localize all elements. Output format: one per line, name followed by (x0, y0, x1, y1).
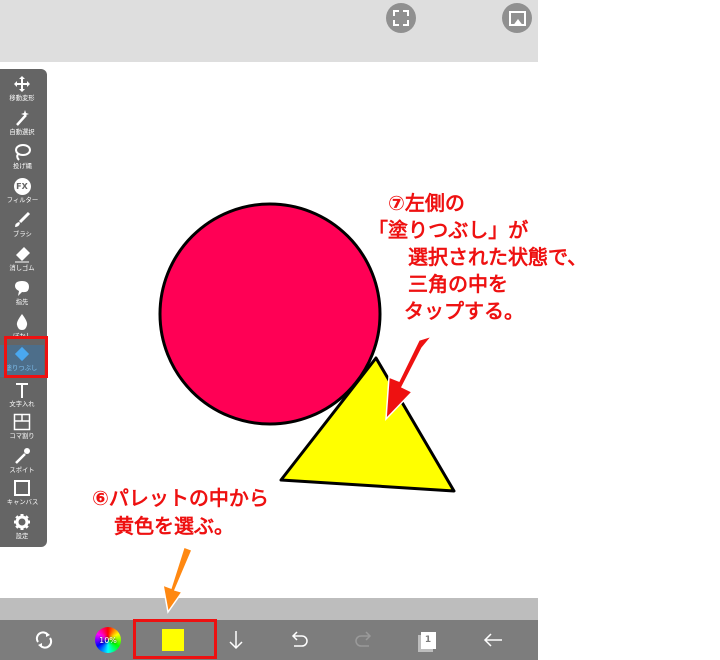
red-circle[interactable] (158, 202, 382, 426)
tool-label: 文字入れ (9, 400, 35, 408)
tool-label: コマ割り (9, 432, 35, 440)
gear-icon (12, 513, 32, 531)
left-tool-palette: 移動変形 自動選択 投げ縄 FX フィルター ブラシ 消しゴム 指先 ぼかし 塗… (0, 69, 47, 547)
drop-icon (12, 313, 32, 331)
tool-label: フィルター (6, 196, 38, 204)
text-icon (12, 381, 32, 399)
canvas-bottom-strip (0, 598, 538, 620)
selection-tool-button[interactable] (386, 3, 416, 33)
drawing-canvas[interactable] (0, 62, 538, 598)
step7-line1: ⑦左側の (388, 191, 465, 215)
drawing-app: 移動変形 自動選択 投げ縄 FX フィルター ブラシ 消しゴム 指先 ぼかし 塗… (0, 0, 538, 660)
canvas-drawing (158, 202, 456, 493)
step7-annotation: ⑦左側の 「塗りつぶし」が 選択された状態で、 三角の中を タップする。 (368, 190, 588, 325)
tool-eraser[interactable]: 消しゴム (0, 245, 44, 277)
step7-line3: 選択された状態で、 (408, 245, 588, 269)
tool-label: スポイト (9, 466, 35, 474)
tool-canvas[interactable]: キャンバス (0, 479, 44, 511)
lasso-icon (12, 143, 32, 161)
tool-text[interactable]: 文字入れ (0, 381, 44, 413)
tool-lasso[interactable]: 投げ縄 (0, 143, 44, 175)
tool-label: 指先 (15, 298, 29, 306)
step7-line5: タップする。 (404, 299, 524, 323)
current-color-highlight-box (133, 619, 217, 659)
fx-icon: FX (12, 177, 32, 195)
finger-icon (12, 279, 32, 297)
down-arrow-button[interactable] (222, 626, 250, 654)
step6-annotation: ⑥パレットの中から 黄色を選ぶ。 (92, 484, 269, 540)
tool-label: ブラシ (12, 230, 32, 238)
undo-icon (291, 631, 308, 647)
rotate-icon (35, 631, 53, 649)
tool-label: 消しゴム (9, 264, 35, 272)
panel-icon (12, 413, 32, 431)
step7-line2: 「塗りつぶし」が (368, 218, 529, 242)
tool-eyedropper[interactable]: スポイト (0, 447, 44, 479)
fill-tool-highlight-box (4, 336, 48, 378)
back-button[interactable] (478, 626, 508, 654)
tool-move-transform[interactable]: 移動変形 (0, 75, 44, 107)
color-wheel-button[interactable]: 10% (93, 626, 123, 654)
tool-filter[interactable]: FX フィルター (0, 177, 44, 209)
eyedropper-icon (12, 447, 32, 465)
tool-label: 設定 (15, 532, 29, 540)
tool-brush[interactable]: ブラシ (0, 211, 44, 243)
rotate-button[interactable] (30, 626, 58, 654)
down-arrow-icon (229, 631, 243, 650)
step7-line4: 三角の中を (408, 272, 508, 296)
image-icon (508, 10, 526, 26)
redo-icon (355, 631, 372, 647)
eraser-icon (12, 245, 32, 263)
fx-badge: FX (13, 177, 31, 195)
tool-magic-wand[interactable]: 自動選択 (0, 109, 44, 141)
layers-icon: 1 (420, 631, 436, 649)
tool-finger[interactable]: 指先 (0, 279, 44, 311)
tool-settings[interactable]: 設定 (0, 513, 44, 545)
undo-button[interactable] (285, 626, 313, 654)
image-reference-button[interactable] (502, 3, 532, 33)
canvas-icon (12, 479, 32, 497)
tool-panel-divide[interactable]: コマ割り (0, 413, 44, 445)
selection-icon (393, 10, 409, 26)
tool-label: 自動選択 (9, 128, 35, 136)
brush-icon (12, 211, 32, 229)
step6-line2: 黄色を選ぶ。 (114, 514, 234, 538)
step6-line1: ⑥パレットの中から (92, 486, 269, 510)
layers-button[interactable]: 1 (414, 626, 442, 654)
redo-button[interactable] (350, 626, 378, 654)
tool-label: 投げ縄 (12, 162, 32, 170)
color-wheel-icon: 10% (95, 627, 121, 653)
top-bar (0, 0, 538, 62)
magic-wand-icon (12, 109, 32, 127)
tool-label: 移動変形 (9, 94, 35, 102)
brush-opacity-text: 10% (99, 635, 117, 645)
move-arrows-icon (12, 75, 32, 93)
bottom-bar: 10% 1 (0, 620, 538, 660)
back-arrow-icon (483, 633, 502, 647)
screen: 移動変形 自動選択 投げ縄 FX フィルター ブラシ 消しゴム 指先 ぼかし 塗… (0, 0, 720, 660)
tool-label: キャンバス (6, 498, 38, 506)
